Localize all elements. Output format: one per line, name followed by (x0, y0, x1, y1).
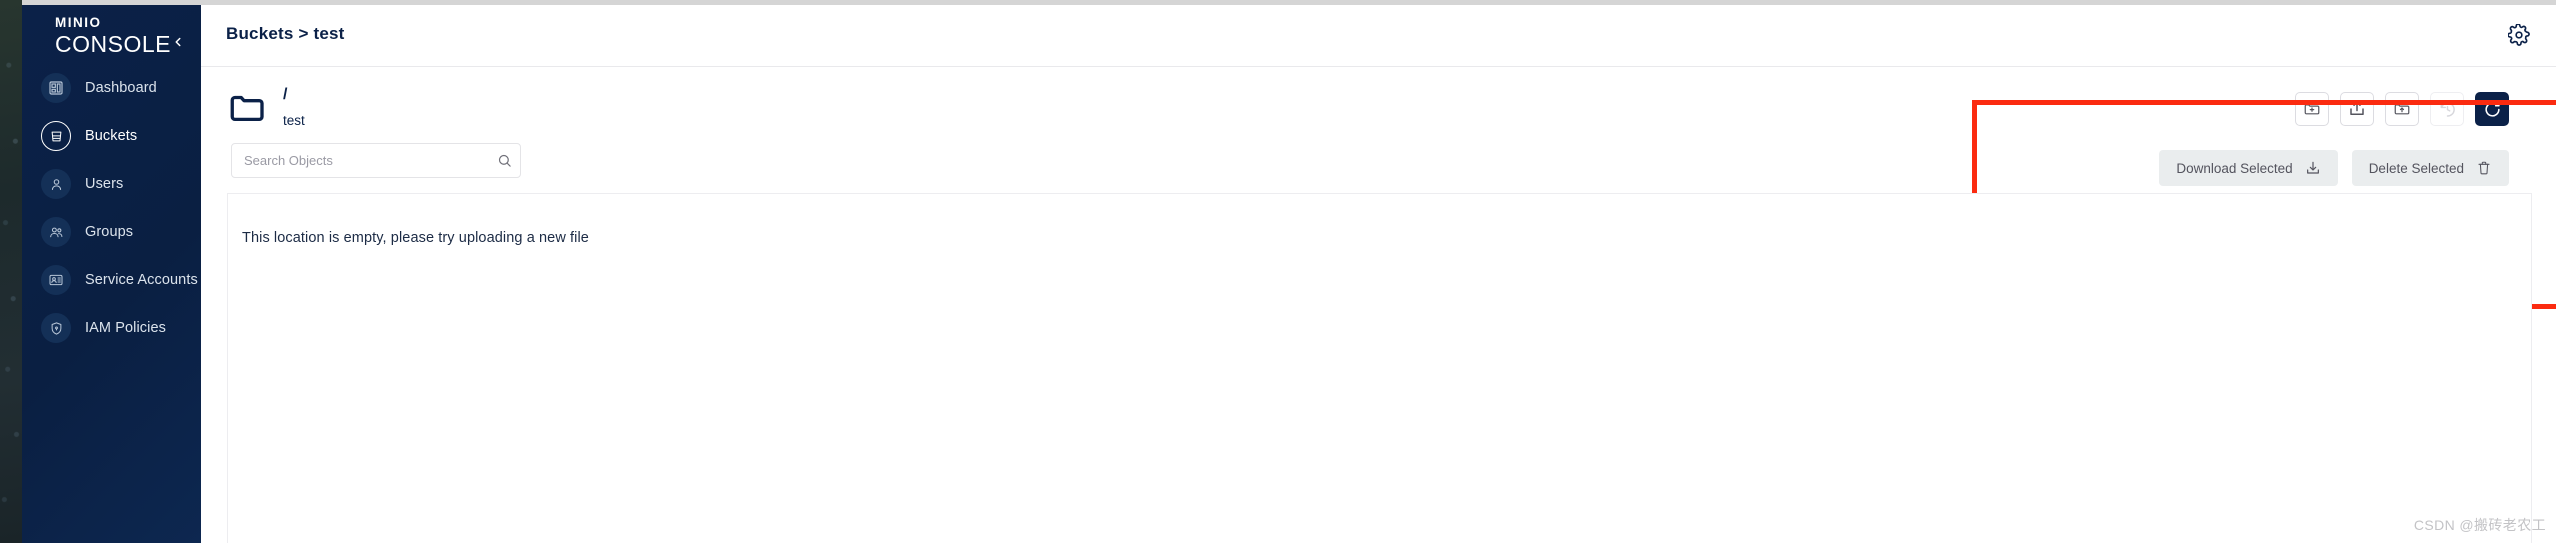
sidebar-item-service-accounts[interactable]: Service Accounts (22, 256, 201, 304)
groups-icon (41, 217, 71, 247)
delete-selected-label: Delete Selected (2368, 160, 2464, 176)
path-root-label: / (283, 86, 288, 103)
upload-folder-button[interactable] (2385, 92, 2419, 126)
sidebar-item-dashboard[interactable]: Dashboard (22, 64, 201, 112)
bucket-name-label: test (283, 113, 305, 129)
brand-minio-text: MINIO (55, 15, 102, 30)
upload-file-button[interactable] (2340, 92, 2374, 126)
object-browser-header: / test Search Objects Download Selected … (227, 67, 2556, 309)
brand-console-text: CONSOLE (55, 30, 171, 57)
sidebar-item-label: Users (85, 176, 124, 192)
toolbar-icon-buttons (2295, 92, 2509, 126)
sidebar-item-groups[interactable]: Groups (22, 208, 201, 256)
sidebar-item-label: Dashboard (85, 80, 157, 96)
upload-icon (2350, 101, 2364, 115)
desktop-wallpaper-strip (0, 0, 22, 543)
sidebar-nav: Dashboard Buckets Users Groups Service A… (22, 64, 201, 352)
user-icon (41, 169, 71, 199)
path-labels: / test (283, 86, 305, 128)
sidebar-item-label: Service Accounts (85, 272, 198, 288)
sidebar-item-users[interactable]: Users (22, 160, 201, 208)
folder-upload-icon (2394, 104, 2410, 115)
dashboard-icon (41, 73, 71, 103)
refresh-icon (2484, 101, 2500, 117)
search-objects-field[interactable] (231, 143, 521, 178)
gear-icon (2508, 24, 2530, 46)
settings-button[interactable] (2504, 20, 2534, 50)
app-root: MINIO CONSOLE Dashboard Buckets Users Gr… (0, 0, 2556, 543)
sidebar: MINIO CONSOLE Dashboard Buckets Users Gr… (22, 5, 201, 543)
empty-state-message: This location is empty, please try uploa… (242, 230, 589, 246)
folder-icon (227, 87, 269, 129)
brand-logo: MINIO CONSOLE (55, 16, 171, 56)
download-icon (2305, 160, 2321, 176)
main-content: / test Search Objects Download Selected … (201, 67, 2556, 543)
service-account-icon (41, 265, 71, 295)
objects-list-panel: This location is empty, please try uploa… (227, 193, 2532, 543)
bucket-icon (41, 121, 71, 151)
watermark: CSDN @搬砖老农工 (2413, 517, 2546, 533)
create-new-path-button[interactable] (2295, 92, 2329, 126)
sidebar-item-buckets[interactable]: Buckets (22, 112, 201, 160)
search-icon[interactable] (488, 144, 520, 177)
trash-icon (2476, 160, 2492, 176)
shield-icon (41, 313, 71, 343)
sidebar-collapse-button[interactable] (165, 29, 191, 55)
sidebar-item-iam-policies[interactable]: IAM Policies (22, 304, 201, 352)
rewind-clock-icon (2440, 101, 2455, 117)
toolbar-action-buttons: Download Selected Delete Selected (2159, 150, 2509, 186)
chevron-left-icon (175, 37, 181, 47)
breadcrumb[interactable]: Buckets > test (226, 24, 345, 44)
download-selected-label: Download Selected (2176, 160, 2293, 176)
refresh-button[interactable] (2475, 92, 2509, 126)
search-input[interactable] (232, 153, 488, 168)
delete-selected-button[interactable]: Delete Selected (2351, 150, 2509, 186)
sidebar-item-label: IAM Policies (85, 320, 166, 336)
current-path-display: / test (227, 84, 305, 129)
sidebar-item-label: Groups (85, 224, 134, 240)
download-selected-button[interactable]: Download Selected (2159, 150, 2338, 186)
rewind-button[interactable] (2430, 92, 2464, 126)
sidebar-item-label: Buckets (85, 128, 138, 144)
folder-plus-icon (2304, 104, 2320, 115)
page-header: Buckets > test (201, 5, 2556, 67)
